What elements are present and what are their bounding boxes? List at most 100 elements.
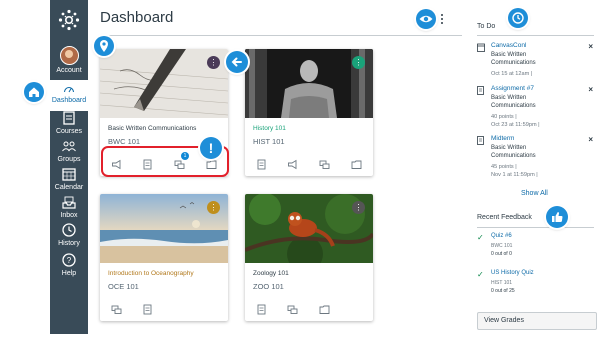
card-actions xyxy=(245,155,373,171)
card-options-button[interactable]: ⋮ xyxy=(207,201,220,214)
checkmark-icon: ✓ xyxy=(477,233,484,242)
tour-callout-back[interactable] xyxy=(226,51,248,73)
nav-calendar-label: Calendar xyxy=(54,184,84,191)
svg-text:?: ? xyxy=(67,256,72,265)
feedback-score: 0 out of 0 xyxy=(491,251,512,257)
view-grades-label: View Grades xyxy=(484,317,524,324)
todo-item-link[interactable]: Midterm xyxy=(491,135,514,142)
nav-account[interactable]: Account xyxy=(50,46,88,74)
dismiss-icon[interactable]: × xyxy=(588,85,593,94)
course-code: ZOO 101 xyxy=(253,282,284,291)
groups-icon xyxy=(62,141,76,152)
dashboard-options-icon[interactable] xyxy=(440,14,444,24)
todo-item-points: 40 points | xyxy=(491,114,517,120)
alert-icon: ! xyxy=(208,140,214,156)
todo-item-course: Basic Written Communications xyxy=(491,145,536,159)
clock-icon xyxy=(512,12,524,24)
course-code: BWC 101 xyxy=(108,137,141,146)
discussions-icon[interactable] xyxy=(319,157,330,169)
todo-divider xyxy=(477,35,594,36)
discussions-icon[interactable] xyxy=(287,302,298,314)
nav-groups[interactable]: Groups xyxy=(50,138,88,163)
todo-item-points: 45 points | xyxy=(491,164,517,170)
todo-item-due: Oct 23 at 11:59pm | xyxy=(491,122,540,128)
files-icon[interactable] xyxy=(319,302,330,314)
nav-courses-label: Courses xyxy=(55,128,83,135)
tour-callout-clock[interactable] xyxy=(508,8,528,28)
checkmark-icon: ✓ xyxy=(477,270,484,279)
home-icon xyxy=(29,87,39,97)
todo-heading: To Do xyxy=(477,23,496,30)
calendar-event-icon xyxy=(477,43,485,52)
todo-item-course: Basic Written Communications xyxy=(491,95,536,109)
course-card-zoology[interactable]: ⋮ Zoology 101 ZOO 101 xyxy=(245,194,373,321)
feedback-divider xyxy=(477,227,594,228)
assignments-icon[interactable] xyxy=(256,157,267,170)
help-icon: ? xyxy=(62,253,76,267)
view-grades-button[interactable]: View Grades xyxy=(477,312,597,330)
feedback-score: 0 out of 25 xyxy=(491,288,515,294)
show-all-link[interactable]: Show All xyxy=(521,190,548,197)
arrow-left-icon xyxy=(231,57,242,67)
app-window: Account Dashboard Courses Groups Calenda… xyxy=(0,0,600,338)
todo-item-course: Basic Written Communications xyxy=(491,52,536,66)
canvas-logo-icon[interactable] xyxy=(58,9,80,31)
page-title: Dashboard xyxy=(100,9,174,26)
assignment-icon xyxy=(477,136,484,145)
dashboard-icon xyxy=(63,86,75,93)
nav-history[interactable]: History xyxy=(50,222,88,247)
nav-inbox[interactable]: Inbox xyxy=(50,194,88,219)
feedback-link[interactable]: Quiz #6 xyxy=(491,233,512,239)
discussions-icon[interactable] xyxy=(111,302,122,314)
nav-inbox-label: Inbox xyxy=(60,212,78,219)
global-nav: Account Dashboard Courses Groups Calenda… xyxy=(50,0,88,334)
course-card-oceanography[interactable]: ⋮ Introduction to Oceanography OCE 101 xyxy=(100,194,228,321)
files-icon[interactable] xyxy=(351,157,362,169)
course-name[interactable]: History 101 xyxy=(253,125,286,132)
feedback-course: BWC 101 xyxy=(491,243,513,249)
assignment-icon xyxy=(477,86,484,95)
todo-sidebar: To Do CanvasConl Basic Written Communica… xyxy=(474,0,600,334)
nav-groups-label: Groups xyxy=(57,156,81,163)
card-options-button[interactable]: ⋮ xyxy=(352,56,365,69)
tour-callout-feedback[interactable] xyxy=(546,206,568,228)
todo-item-link[interactable]: CanvasConl xyxy=(491,42,526,49)
dashboard-main: Dashboard ⋮ Basic Written Communications xyxy=(88,0,472,334)
nav-dashboard[interactable]: Dashboard xyxy=(50,80,88,111)
course-code: HIST 101 xyxy=(253,137,285,146)
tour-callout-location[interactable] xyxy=(94,36,114,56)
eye-icon xyxy=(419,15,433,23)
feedback-course: HIST 101 xyxy=(491,280,513,286)
recent-feedback-heading: Recent Feedback xyxy=(477,214,532,221)
todo-item-link[interactable]: Assignment #7 xyxy=(491,85,534,92)
todo-item-due: Oct 15 at 12am | xyxy=(491,71,533,77)
dismiss-icon[interactable]: × xyxy=(588,42,593,51)
nav-dashboard-label: Dashboard xyxy=(51,97,87,104)
dismiss-icon[interactable]: × xyxy=(588,135,593,144)
course-name[interactable]: Introduction to Oceanography xyxy=(108,270,194,277)
nav-help[interactable]: ? Help xyxy=(50,252,88,277)
courses-icon xyxy=(63,111,75,125)
tour-callout-home[interactable] xyxy=(24,82,44,102)
history-icon xyxy=(62,223,76,237)
nav-calendar[interactable]: Calendar xyxy=(50,166,88,191)
inbox-icon xyxy=(62,196,76,209)
assignments-icon[interactable] xyxy=(256,302,267,315)
avatar xyxy=(59,46,79,65)
course-name[interactable]: Zoology 101 xyxy=(253,270,289,277)
course-name[interactable]: Basic Written Communications xyxy=(108,125,196,132)
card-options-button[interactable]: ⋮ xyxy=(352,201,365,214)
course-code: OCE 101 xyxy=(108,282,139,291)
card-options-button[interactable]: ⋮ xyxy=(207,56,220,69)
card-actions xyxy=(100,300,228,316)
course-card-history[interactable]: ⋮ History 101 HIST 101 xyxy=(245,49,373,176)
assignments-icon[interactable] xyxy=(142,302,153,315)
card-actions xyxy=(245,300,373,316)
nav-courses[interactable]: Courses xyxy=(50,110,88,135)
tour-callout-view[interactable] xyxy=(416,9,436,29)
calendar-icon xyxy=(62,168,76,181)
feedback-link[interactable]: US History Quiz xyxy=(491,270,534,276)
tour-callout-alert[interactable]: ! xyxy=(200,137,222,159)
title-divider xyxy=(100,35,462,36)
announcements-icon[interactable] xyxy=(287,157,298,170)
